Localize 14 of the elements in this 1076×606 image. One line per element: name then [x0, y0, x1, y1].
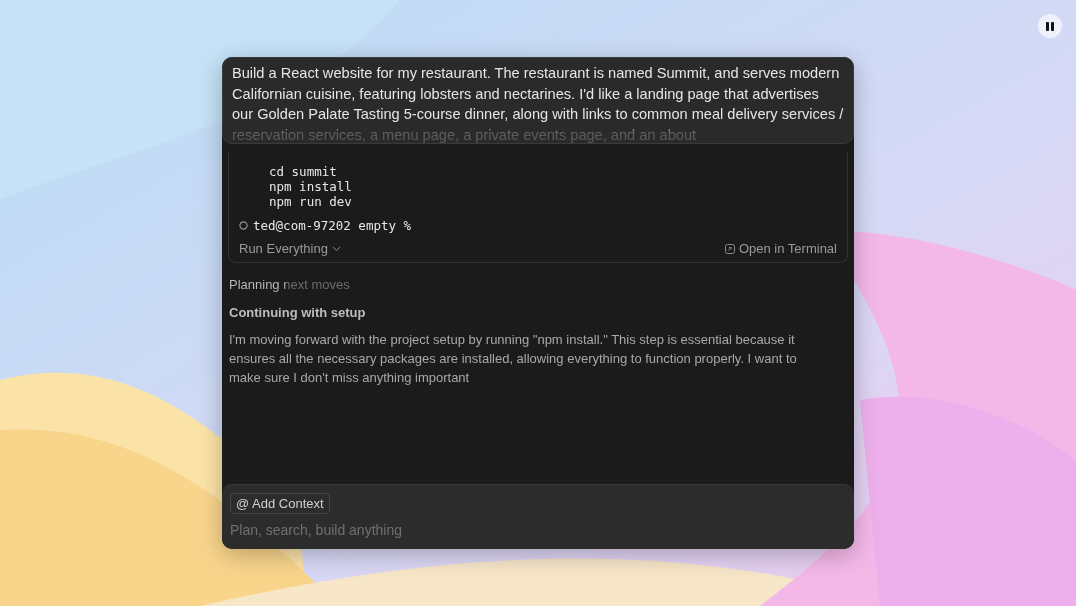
run-everything-button[interactable]: Run Everything: [239, 241, 341, 256]
terminal-line: npm run dev: [268, 194, 353, 209]
status-ring-icon: [239, 221, 248, 230]
message-field[interactable]: @ Add Context Plan, search, build anything: [222, 484, 854, 549]
add-context-button[interactable]: @ Add Context: [230, 493, 330, 514]
shell-prompt: ted@com-97202 empty %: [253, 218, 412, 233]
open-terminal-button[interactable]: Open in Terminal: [724, 241, 837, 256]
thought-title: Continuing with setup: [229, 305, 367, 320]
chevron-down-icon: [331, 245, 341, 252]
open-external-icon: [724, 243, 735, 254]
thought-text: I'm moving forward with the project setup by running "npm install." This step is essential because it ensures all the necessary packages are installed, allowing everything to function properly. I want to make sure I don't miss anything important: [229, 331, 798, 387]
terminal-line: npm install: [268, 179, 353, 194]
status-text: Planning next moves: [229, 277, 350, 292]
terminal-line: cd summit: [268, 164, 338, 179]
